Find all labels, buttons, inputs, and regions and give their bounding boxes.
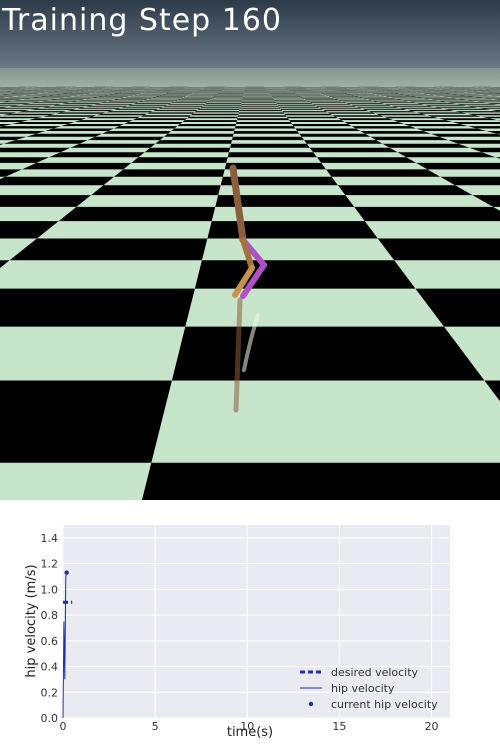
floor-tile-dark (207, 221, 378, 239)
floor-tile-dark (295, 128, 361, 131)
y-tick-label: 0.8 (41, 609, 59, 622)
y-tick-label: 1.0 (41, 583, 59, 596)
floor-tile-dark (360, 131, 431, 134)
x-tick-label: 5 (152, 720, 159, 733)
floor-tile-dark (0, 126, 61, 129)
floor-tile-dark (58, 206, 216, 222)
floor-tile-dark (0, 176, 115, 186)
floor-tile-dark (124, 122, 183, 124)
floor-tile-dark (28, 118, 87, 121)
floor-tile-dark (292, 124, 352, 127)
horizon-haze (0, 68, 500, 118)
floor-tile-dark (382, 143, 470, 148)
y-tick-label: 1.4 (41, 532, 59, 545)
floor-tile-dark (234, 126, 296, 129)
floor-tile-dark (430, 133, 500, 137)
floor-tile-dark (337, 185, 473, 196)
floor-tile-dark (393, 120, 453, 122)
y-tick-label: 0.2 (41, 686, 59, 699)
simulation-scene (0, 0, 500, 500)
floor-tile-dark (22, 162, 132, 170)
floor-tile-dark (45, 128, 114, 131)
floor-tile-dark (132, 118, 188, 121)
legend-label-hip: hip velocity (331, 682, 395, 695)
floor-tile-dark (227, 152, 317, 158)
floor-tile-dark (171, 128, 235, 131)
floor-tile-dark (230, 143, 310, 148)
floor-tile-dark (416, 128, 487, 131)
floor-tile-dark (326, 169, 441, 177)
simulation-viewport: Training Step 160 (0, 0, 500, 500)
floor-tile-dark (317, 157, 417, 163)
floor-tile-dark (12, 122, 75, 124)
floor-tile-dark (232, 136, 305, 141)
floor-tile-dark (299, 133, 371, 137)
legend-swatch-current (308, 701, 314, 707)
floor-tile-dark (233, 131, 300, 134)
floor-tile-dark (403, 124, 468, 127)
x-tick-label: 20 (425, 720, 439, 733)
floor-tile-dark (171, 326, 485, 381)
floor-tile-dark (338, 118, 394, 121)
y-tick-label: 1.2 (41, 558, 59, 571)
floor-tile-dark (370, 136, 449, 141)
floor-tile-dark (70, 143, 156, 148)
floor-tile-dark (397, 152, 496, 158)
floor-tile-dark (102, 131, 172, 134)
floor-tile-dark (49, 152, 145, 158)
y-axis-label: hip velocity (m/s) (24, 564, 39, 677)
floor-tile-dark (0, 147, 71, 153)
floor-tile-dark (177, 124, 236, 127)
floor-tile-dark (87, 136, 164, 141)
floor-tile-dark (9, 238, 208, 261)
floor-tile-dark (0, 195, 92, 207)
floor-tile-dark (26, 133, 102, 137)
floor-tile-dark (144, 147, 231, 153)
floor-tile-dark (289, 120, 345, 122)
floor-tile-dark (224, 162, 326, 170)
y-tick-label: 0.0 (41, 712, 59, 725)
legend-label-current: current hip velocity (331, 698, 438, 711)
floor-tile-dark (91, 185, 221, 196)
x-tick-label: 0 (60, 720, 67, 733)
x-tick-label: 15 (332, 720, 346, 733)
floor-tile-dark (416, 162, 500, 170)
floor-tile-dark (351, 126, 417, 129)
floor-tile-dark (61, 124, 125, 127)
legend-label-desired: desired velocity (331, 666, 419, 679)
floor-tile-dark (0, 380, 172, 463)
floor-tile-dark (309, 147, 398, 153)
floor-tile-dark (141, 462, 500, 500)
plot-canvas: 0 5 10 15 200.00.20.40.60.81.01.21.4 time(s)… (24, 525, 450, 740)
floor-tile-dark (304, 140, 383, 144)
hip-velocity-plot: 0 5 10 15 20 0.0 0.2 0.4 0.6 0.8 1.0 1.2 1.4 time(s)… (0, 500, 500, 750)
floor-tile-dark (164, 133, 234, 137)
floor-tile-dark (3, 140, 88, 144)
floor-tile-dark (237, 118, 290, 121)
floor-tile-dark (236, 122, 292, 124)
floor-tile-dark (182, 120, 237, 122)
series-current-hip-velocity-point (64, 570, 69, 575)
floor-tile-dark (194, 260, 416, 289)
y-tick-label: 0.4 (41, 661, 59, 674)
floor-tile-dark (438, 118, 498, 121)
floor-tile-dark (155, 140, 232, 144)
y-tick-label: 0.6 (41, 635, 59, 648)
training-step-title: Training Step 160 (2, 3, 283, 38)
floor-tile-dark (377, 238, 500, 261)
floor-tile-dark (344, 122, 404, 124)
floor-tile-dark (354, 206, 500, 222)
floor-tile-dark (74, 120, 133, 122)
floor-tile-dark (131, 157, 228, 163)
floor-tile-dark (452, 122, 500, 124)
floor-tile-dark (0, 288, 195, 327)
floor-tile-dark (113, 126, 178, 129)
floor-tile-dark (114, 169, 225, 177)
x-axis-label: time(s) (227, 725, 273, 740)
